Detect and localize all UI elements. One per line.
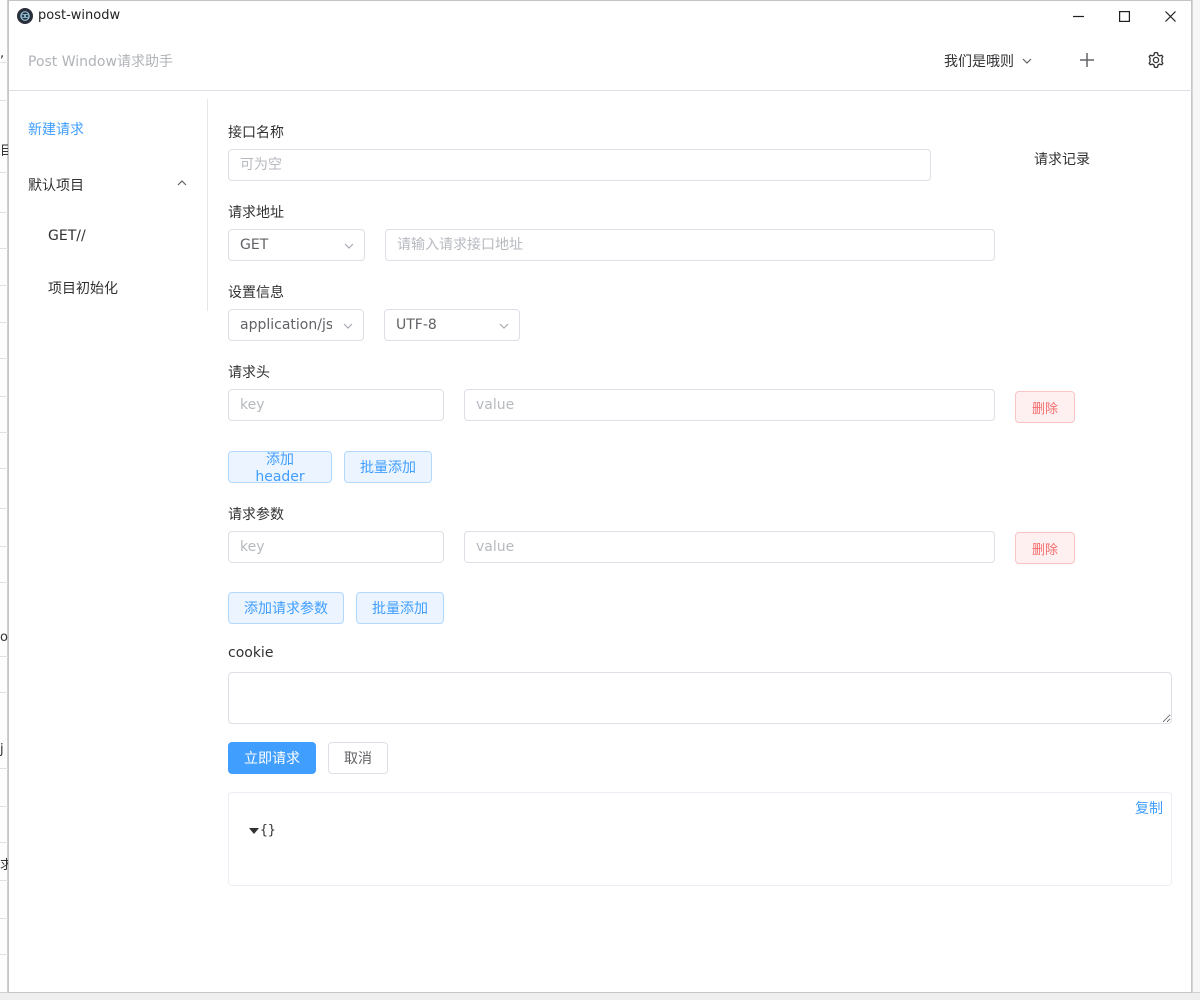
cookie-label: cookie: [228, 645, 274, 661]
brand-title: Post Window请求助手: [28, 54, 173, 70]
app-header: Post Window请求助手 我们是哦则: [9, 31, 1193, 91]
charset-value: UTF-8: [396, 317, 437, 333]
header-value-input[interactable]: [464, 389, 995, 421]
request-url-label: 请求地址: [228, 205, 284, 221]
minimize-icon: [1072, 15, 1084, 17]
header-key-input[interactable]: [228, 389, 444, 421]
user-menu-dropdown[interactable]: 我们是哦则: [944, 51, 1032, 71]
background-app-edge-right: [1192, 0, 1200, 1000]
window-title: post-winodw: [38, 8, 121, 23]
background-app-edge: , 目 o j 求: [0, 0, 8, 1000]
sidebar-group-default-project[interactable]: 默认项目: [28, 175, 84, 195]
request-history-title[interactable]: 请求记录: [1034, 149, 1090, 169]
close-icon: [1164, 10, 1176, 22]
maximize-button[interactable]: [1101, 1, 1147, 31]
batch-add-header-button[interactable]: 批量添加: [344, 451, 432, 483]
background-taskbar-edge: [0, 992, 1200, 1000]
close-button[interactable]: [1147, 1, 1193, 31]
json-root: {}: [260, 823, 276, 838]
cookie-textarea[interactable]: [228, 672, 1172, 724]
request-url-input[interactable]: [385, 229, 995, 261]
chevron-down-icon: [343, 323, 353, 329]
content-type-value: application/json: [240, 317, 332, 333]
title-bar: post-winodw: [9, 1, 1193, 31]
method-select[interactable]: GET: [228, 229, 365, 261]
app-window: post-winodw Post Window请求助手 我们是哦则 新建请求 默…: [8, 0, 1193, 993]
delete-header-button[interactable]: 删除: [1015, 391, 1075, 423]
sidebar-item-project-init[interactable]: 项目初始化: [48, 278, 118, 298]
gear-icon[interactable]: [1146, 50, 1166, 70]
cancel-button[interactable]: 取消: [328, 742, 388, 774]
chevron-down-icon: [344, 243, 354, 249]
add-param-button[interactable]: 添加请求参数: [228, 592, 344, 624]
plus-icon[interactable]: [1077, 50, 1097, 70]
json-viewer: {}: [249, 823, 276, 838]
params-label: 请求参数: [228, 507, 284, 523]
method-value: GET: [240, 237, 269, 253]
delete-param-button[interactable]: 删除: [1015, 532, 1075, 564]
chevron-up-icon[interactable]: [176, 177, 188, 189]
param-value-input[interactable]: [464, 531, 995, 563]
submit-request-button[interactable]: 立即请求: [228, 742, 316, 774]
maximize-icon: [1118, 10, 1130, 22]
caret-down-icon[interactable]: [249, 826, 259, 836]
sidebar-menu: 新建请求 默认项目 GET// 项目初始化: [9, 99, 208, 311]
chevron-down-icon: [1022, 58, 1032, 64]
app-logo-icon: [17, 8, 33, 24]
minimize-button[interactable]: [1055, 1, 1101, 31]
content-type-select[interactable]: application/json: [228, 309, 364, 341]
settings-label: 设置信息: [228, 285, 284, 301]
user-name: 我们是哦则: [944, 54, 1014, 70]
sidebar-item-new-request[interactable]: 新建请求: [28, 119, 84, 139]
charset-select[interactable]: UTF-8: [384, 309, 520, 341]
headers-label: 请求头: [228, 365, 270, 381]
param-key-input[interactable]: [228, 531, 444, 563]
add-header-button[interactable]: 添加header: [228, 451, 332, 485]
response-panel: 复制 {}: [228, 792, 1172, 886]
sidebar-item-get[interactable]: GET//: [48, 228, 86, 244]
batch-add-param-button[interactable]: 批量添加: [356, 592, 444, 624]
api-name-label: 接口名称: [228, 125, 284, 141]
copy-link[interactable]: 复制: [1135, 798, 1163, 818]
chevron-down-icon: [499, 323, 509, 329]
api-name-input[interactable]: [228, 149, 931, 181]
